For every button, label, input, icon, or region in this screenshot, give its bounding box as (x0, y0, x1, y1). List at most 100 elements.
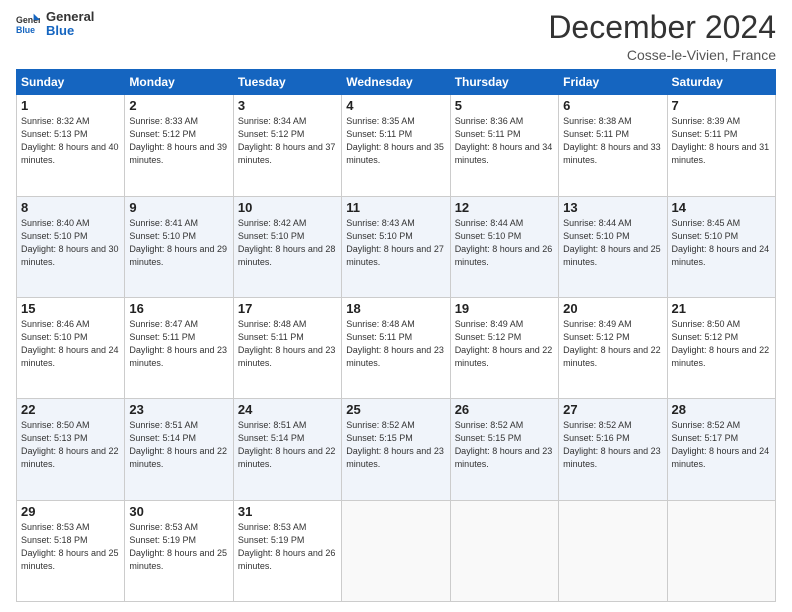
day-cell: 30 Sunrise: 8:53 AMSunset: 5:19 PMDaylig… (125, 500, 233, 601)
day-info: Sunrise: 8:52 AMSunset: 5:15 PMDaylight:… (346, 419, 445, 471)
day-cell: 26 Sunrise: 8:52 AMSunset: 5:15 PMDaylig… (450, 399, 558, 500)
day-number: 17 (238, 301, 337, 316)
location: Cosse-le-Vivien, France (548, 47, 776, 63)
day-number: 30 (129, 504, 228, 519)
day-cell: 9 Sunrise: 8:41 AMSunset: 5:10 PMDayligh… (125, 196, 233, 297)
header: General Blue General Blue December 2024 … (16, 10, 776, 63)
day-number: 7 (672, 98, 771, 113)
day-number: 24 (238, 402, 337, 417)
day-header-saturday: Saturday (667, 70, 775, 95)
day-info: Sunrise: 8:52 AMSunset: 5:17 PMDaylight:… (672, 419, 771, 471)
day-cell: 14 Sunrise: 8:45 AMSunset: 5:10 PMDaylig… (667, 196, 775, 297)
day-cell (559, 500, 667, 601)
day-cell: 21 Sunrise: 8:50 AMSunset: 5:12 PMDaylig… (667, 297, 775, 398)
calendar-table: SundayMondayTuesdayWednesdayThursdayFrid… (16, 69, 776, 602)
day-header-monday: Monday (125, 70, 233, 95)
day-info: Sunrise: 8:32 AMSunset: 5:13 PMDaylight:… (21, 115, 120, 167)
day-info: Sunrise: 8:51 AMSunset: 5:14 PMDaylight:… (129, 419, 228, 471)
day-info: Sunrise: 8:34 AMSunset: 5:12 PMDaylight:… (238, 115, 337, 167)
day-cell: 15 Sunrise: 8:46 AMSunset: 5:10 PMDaylig… (17, 297, 125, 398)
day-number: 3 (238, 98, 337, 113)
day-info: Sunrise: 8:33 AMSunset: 5:12 PMDaylight:… (129, 115, 228, 167)
day-info: Sunrise: 8:53 AMSunset: 5:19 PMDaylight:… (129, 521, 228, 573)
day-cell: 3 Sunrise: 8:34 AMSunset: 5:12 PMDayligh… (233, 95, 341, 196)
day-info: Sunrise: 8:46 AMSunset: 5:10 PMDaylight:… (21, 318, 120, 370)
day-cell: 31 Sunrise: 8:53 AMSunset: 5:19 PMDaylig… (233, 500, 341, 601)
day-cell: 6 Sunrise: 8:38 AMSunset: 5:11 PMDayligh… (559, 95, 667, 196)
day-cell: 17 Sunrise: 8:48 AMSunset: 5:11 PMDaylig… (233, 297, 341, 398)
day-number: 13 (563, 200, 662, 215)
day-number: 23 (129, 402, 228, 417)
logo-general: General (46, 10, 94, 24)
week-row-4: 22 Sunrise: 8:50 AMSunset: 5:13 PMDaylig… (17, 399, 776, 500)
day-cell (342, 500, 450, 601)
day-number: 28 (672, 402, 771, 417)
week-row-3: 15 Sunrise: 8:46 AMSunset: 5:10 PMDaylig… (17, 297, 776, 398)
day-cell: 7 Sunrise: 8:39 AMSunset: 5:11 PMDayligh… (667, 95, 775, 196)
day-number: 27 (563, 402, 662, 417)
week-row-2: 8 Sunrise: 8:40 AMSunset: 5:10 PMDayligh… (17, 196, 776, 297)
day-cell: 25 Sunrise: 8:52 AMSunset: 5:15 PMDaylig… (342, 399, 450, 500)
day-cell: 27 Sunrise: 8:52 AMSunset: 5:16 PMDaylig… (559, 399, 667, 500)
day-info: Sunrise: 8:49 AMSunset: 5:12 PMDaylight:… (563, 318, 662, 370)
day-info: Sunrise: 8:51 AMSunset: 5:14 PMDaylight:… (238, 419, 337, 471)
day-cell: 11 Sunrise: 8:43 AMSunset: 5:10 PMDaylig… (342, 196, 450, 297)
day-info: Sunrise: 8:50 AMSunset: 5:13 PMDaylight:… (21, 419, 120, 471)
day-info: Sunrise: 8:53 AMSunset: 5:19 PMDaylight:… (238, 521, 337, 573)
day-info: Sunrise: 8:42 AMSunset: 5:10 PMDaylight:… (238, 217, 337, 269)
day-number: 14 (672, 200, 771, 215)
day-info: Sunrise: 8:43 AMSunset: 5:10 PMDaylight:… (346, 217, 445, 269)
day-info: Sunrise: 8:49 AMSunset: 5:12 PMDaylight:… (455, 318, 554, 370)
day-info: Sunrise: 8:52 AMSunset: 5:16 PMDaylight:… (563, 419, 662, 471)
day-info: Sunrise: 8:48 AMSunset: 5:11 PMDaylight:… (238, 318, 337, 370)
logo-icon: General Blue (16, 12, 40, 36)
day-info: Sunrise: 8:50 AMSunset: 5:12 PMDaylight:… (672, 318, 771, 370)
day-cell: 5 Sunrise: 8:36 AMSunset: 5:11 PMDayligh… (450, 95, 558, 196)
day-cell: 13 Sunrise: 8:44 AMSunset: 5:10 PMDaylig… (559, 196, 667, 297)
month-title: December 2024 (548, 10, 776, 45)
day-cell: 1 Sunrise: 8:32 AMSunset: 5:13 PMDayligh… (17, 95, 125, 196)
day-info: Sunrise: 8:53 AMSunset: 5:18 PMDaylight:… (21, 521, 120, 573)
week-row-5: 29 Sunrise: 8:53 AMSunset: 5:18 PMDaylig… (17, 500, 776, 601)
day-info: Sunrise: 8:40 AMSunset: 5:10 PMDaylight:… (21, 217, 120, 269)
day-info: Sunrise: 8:52 AMSunset: 5:15 PMDaylight:… (455, 419, 554, 471)
day-info: Sunrise: 8:35 AMSunset: 5:11 PMDaylight:… (346, 115, 445, 167)
day-cell: 29 Sunrise: 8:53 AMSunset: 5:18 PMDaylig… (17, 500, 125, 601)
day-number: 8 (21, 200, 120, 215)
day-cell (667, 500, 775, 601)
day-number: 5 (455, 98, 554, 113)
day-number: 26 (455, 402, 554, 417)
day-number: 2 (129, 98, 228, 113)
day-number: 18 (346, 301, 445, 316)
svg-text:Blue: Blue (16, 25, 35, 35)
day-number: 9 (129, 200, 228, 215)
day-info: Sunrise: 8:47 AMSunset: 5:11 PMDaylight:… (129, 318, 228, 370)
logo-blue: Blue (46, 24, 94, 38)
day-info: Sunrise: 8:45 AMSunset: 5:10 PMDaylight:… (672, 217, 771, 269)
week-row-1: 1 Sunrise: 8:32 AMSunset: 5:13 PMDayligh… (17, 95, 776, 196)
day-info: Sunrise: 8:48 AMSunset: 5:11 PMDaylight:… (346, 318, 445, 370)
day-cell: 23 Sunrise: 8:51 AMSunset: 5:14 PMDaylig… (125, 399, 233, 500)
day-cell: 19 Sunrise: 8:49 AMSunset: 5:12 PMDaylig… (450, 297, 558, 398)
day-info: Sunrise: 8:41 AMSunset: 5:10 PMDaylight:… (129, 217, 228, 269)
day-header-friday: Friday (559, 70, 667, 95)
day-cell: 28 Sunrise: 8:52 AMSunset: 5:17 PMDaylig… (667, 399, 775, 500)
day-number: 10 (238, 200, 337, 215)
day-number: 31 (238, 504, 337, 519)
day-info: Sunrise: 8:44 AMSunset: 5:10 PMDaylight:… (455, 217, 554, 269)
day-number: 1 (21, 98, 120, 113)
day-cell: 12 Sunrise: 8:44 AMSunset: 5:10 PMDaylig… (450, 196, 558, 297)
day-cell (450, 500, 558, 601)
day-number: 22 (21, 402, 120, 417)
day-number: 12 (455, 200, 554, 215)
day-number: 20 (563, 301, 662, 316)
day-cell: 4 Sunrise: 8:35 AMSunset: 5:11 PMDayligh… (342, 95, 450, 196)
day-number: 16 (129, 301, 228, 316)
day-number: 6 (563, 98, 662, 113)
day-cell: 2 Sunrise: 8:33 AMSunset: 5:12 PMDayligh… (125, 95, 233, 196)
title-section: December 2024 Cosse-le-Vivien, France (548, 10, 776, 63)
logo: General Blue General Blue (16, 10, 94, 39)
day-header-sunday: Sunday (17, 70, 125, 95)
day-info: Sunrise: 8:38 AMSunset: 5:11 PMDaylight:… (563, 115, 662, 167)
day-cell: 20 Sunrise: 8:49 AMSunset: 5:12 PMDaylig… (559, 297, 667, 398)
